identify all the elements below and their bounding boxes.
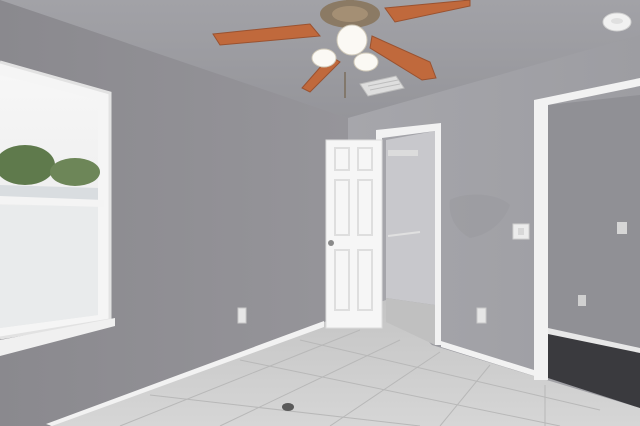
smoke-detector [602, 12, 632, 32]
closet-opening [386, 131, 435, 345]
door-knob [328, 240, 334, 246]
room-photo [0, 0, 640, 426]
doorway [534, 78, 640, 408]
outlet-left [237, 307, 247, 324]
outlet-right [476, 307, 487, 324]
floor-smudge [282, 403, 294, 411]
closet-door [325, 139, 383, 329]
window [0, 60, 115, 356]
